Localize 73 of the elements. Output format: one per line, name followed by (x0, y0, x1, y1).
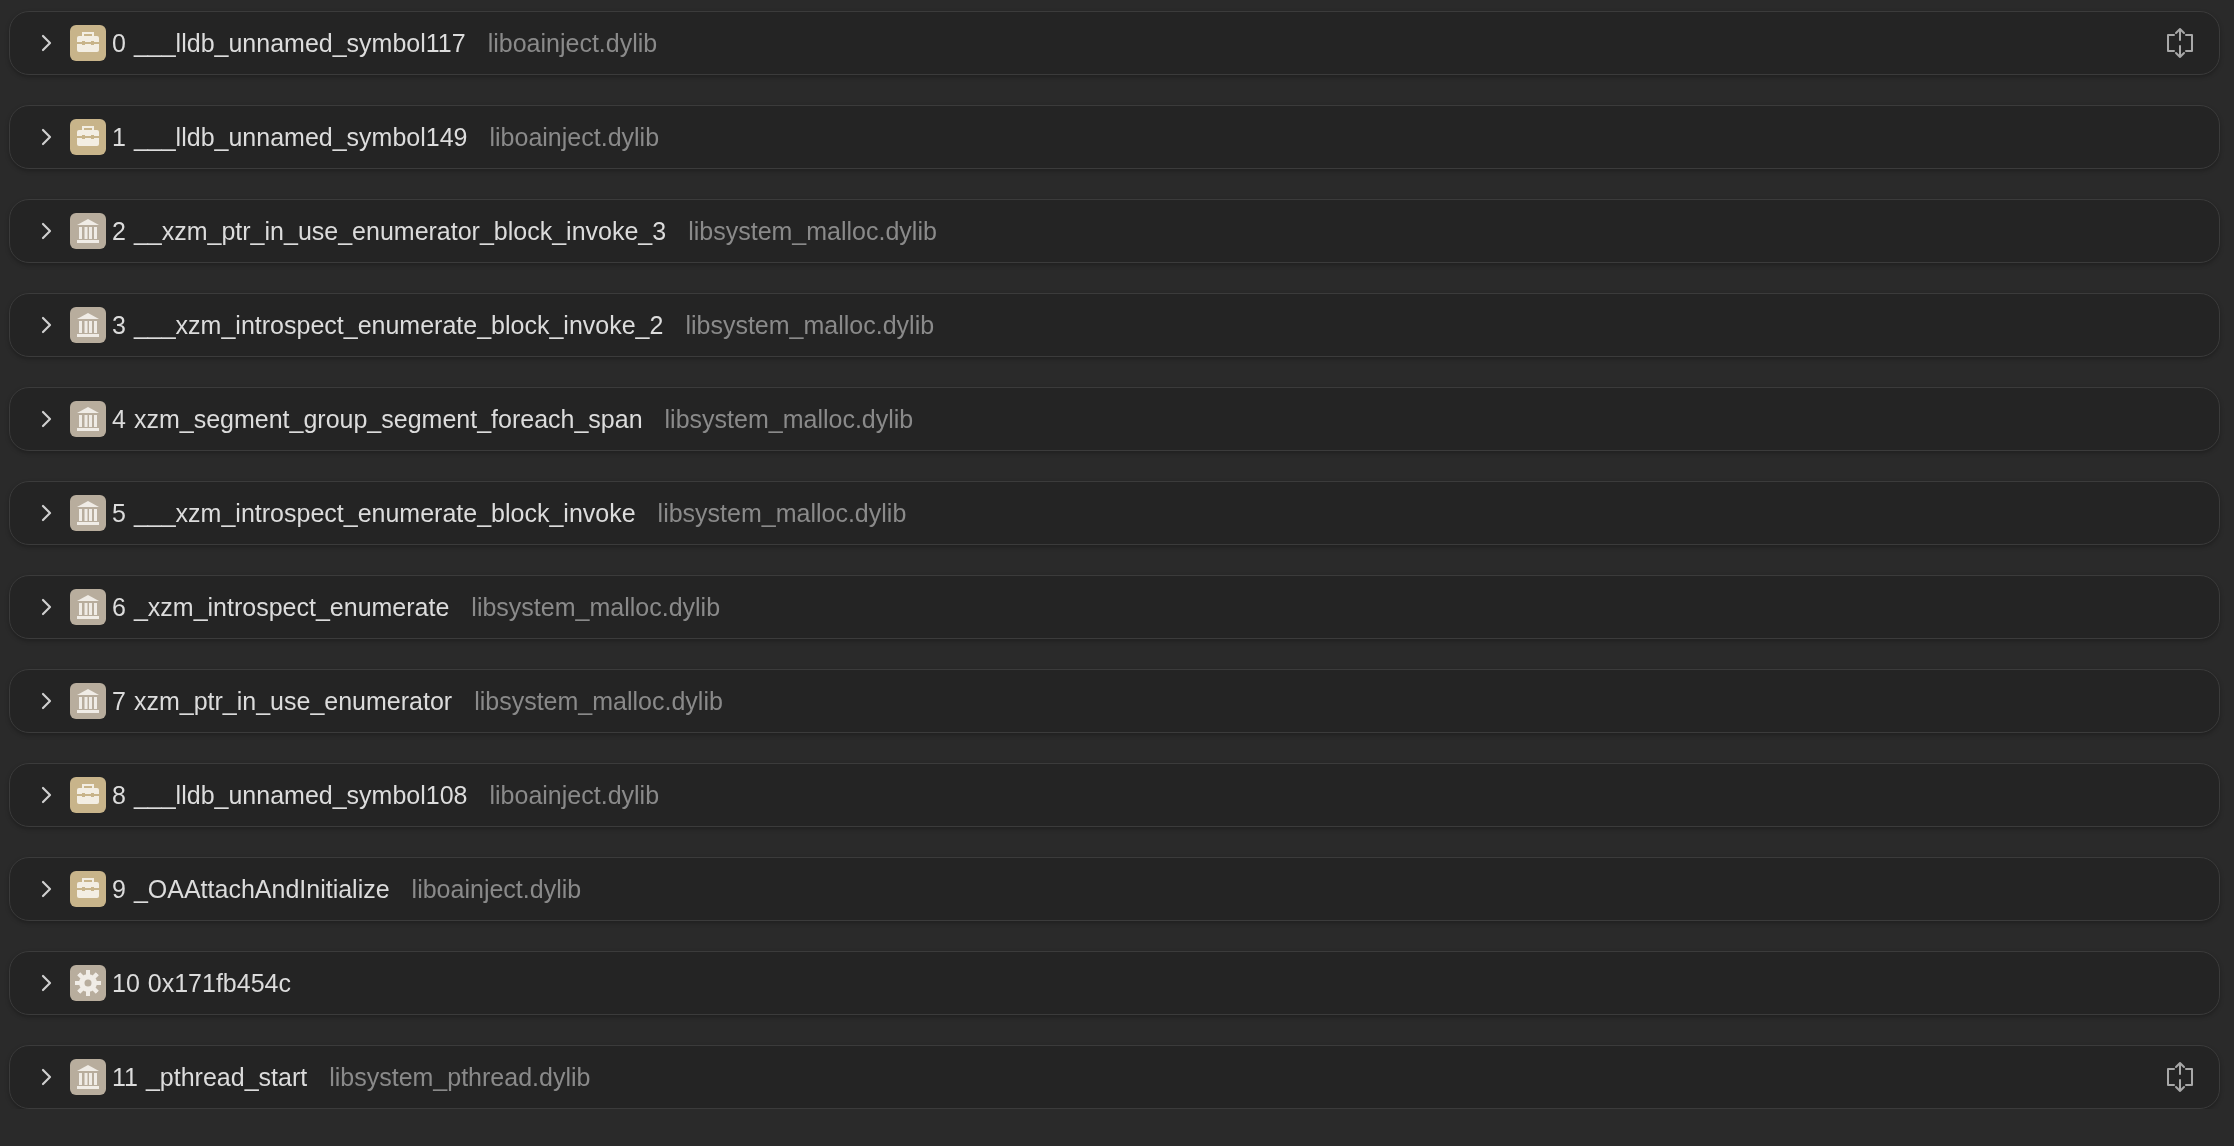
frame-number: 4 (112, 404, 126, 434)
toolbox-icon (70, 119, 106, 155)
library-name: libsystem_malloc.dylib (474, 686, 723, 716)
chevron-icon[interactable] (40, 128, 54, 146)
chevron-icon[interactable] (40, 504, 54, 522)
frame-number: 11 (112, 1062, 138, 1092)
toolbox-icon (70, 25, 106, 61)
expand-icon[interactable] (2165, 26, 2195, 60)
chevron-icon[interactable] (40, 222, 54, 240)
stack-frame-row[interactable]: 2 __xzm_ptr_in_use_enumerator_block_invoke_3 libsystem_malloc.dylib (9, 199, 2220, 263)
symbol-name: _pthread_start (145, 1062, 308, 1092)
library-name: liboainject.dylib (487, 28, 658, 58)
frame-number: 10 (112, 968, 140, 998)
library-name: liboainject.dylib (489, 780, 660, 810)
symbol-name: xzm_ptr_in_use_enumerator (133, 686, 453, 716)
stack-frame-row[interactable]: 5 ___xzm_introspect_enumerate_block_invoke libsystem_malloc.dylib (9, 481, 2220, 545)
symbol-name: _OAAttachAndInitialize (133, 874, 390, 904)
stack-frame-row[interactable]: 11 _pthread_start libsystem_pthread.dylib (9, 1045, 2220, 1109)
library-name: libsystem_malloc.dylib (657, 498, 907, 528)
library-name: liboainject.dylib (411, 874, 582, 904)
stack-frame-row[interactable]: 6 _xzm_introspect_enumerate libsystem_malloc.dylib (9, 575, 2220, 639)
stack-frame-row[interactable]: 3 ___xzm_introspect_enumerate_block_invoke_2 libsystem_malloc.dylib (9, 293, 2220, 357)
frame-number: 2 (112, 216, 126, 246)
stack-frame-row[interactable]: 0 ___lldb_unnamed_symbol117 liboainject.dylib (9, 11, 2220, 75)
library-name: libsystem_malloc.dylib (664, 404, 914, 434)
expand-icon[interactable] (2165, 1060, 2195, 1094)
frame-number: 0 (112, 28, 126, 58)
frame-number: 8 (112, 780, 126, 810)
symbol-name: ___lldb_unnamed_symbol108 (133, 780, 468, 810)
bank-icon (70, 495, 106, 531)
chevron-icon[interactable] (40, 786, 54, 804)
symbol-name: ___lldb_unnamed_symbol149 (133, 122, 468, 152)
chevron-icon[interactable] (40, 598, 54, 616)
chevron-icon[interactable] (40, 974, 54, 992)
bank-icon (70, 589, 106, 625)
symbol-name: ___lldb_unnamed_symbol117 (133, 28, 466, 58)
bank-icon (70, 683, 106, 719)
symbol-name: __xzm_ptr_in_use_enumerator_block_invoke_3 (133, 216, 667, 246)
chevron-icon[interactable] (40, 34, 54, 52)
chevron-icon[interactable] (40, 316, 54, 334)
library-name: libsystem_malloc.dylib (688, 216, 937, 246)
stack-frame-row[interactable]: 1 ___lldb_unnamed_symbol149 liboainject.dylib (9, 105, 2220, 169)
library-name: libsystem_malloc.dylib (471, 592, 721, 622)
bank-icon (70, 307, 106, 343)
toolbox-icon (70, 871, 106, 907)
bank-icon (70, 1059, 106, 1095)
library-name: liboainject.dylib (489, 122, 660, 152)
frame-number: 7 (112, 686, 126, 716)
stack-frame-row[interactable]: 7 xzm_ptr_in_use_enumerator libsystem_malloc.dylib (9, 669, 2220, 733)
symbol-name: ___xzm_introspect_enumerate_block_invoke_2 (133, 310, 664, 340)
chevron-icon[interactable] (40, 1068, 54, 1086)
library-name: libsystem_malloc.dylib (685, 310, 935, 340)
gear-icon (70, 965, 106, 1001)
chevron-icon[interactable] (40, 410, 54, 428)
symbol-name: ___xzm_introspect_enumerate_block_invoke (133, 498, 636, 528)
frame-number: 1 (112, 122, 126, 152)
library-name: libsystem_pthread.dylib (329, 1062, 591, 1092)
stack-frame-row[interactable]: 10 0x171fb454c (9, 951, 2220, 1015)
stack-frame-row[interactable]: 8 ___lldb_unnamed_symbol108 liboainject.dylib (9, 763, 2220, 827)
bank-icon (70, 401, 106, 437)
symbol-name: xzm_segment_group_segment_foreach_span (133, 404, 643, 434)
bank-icon (70, 213, 106, 249)
symbol-name: 0x171fb454c (147, 968, 291, 998)
toolbox-icon (70, 777, 106, 813)
frame-number: 6 (112, 592, 126, 622)
stack-frame-row[interactable]: 4 xzm_segment_group_segment_foreach_span libsystem_malloc.dylib (9, 387, 2220, 451)
frame-number: 3 (112, 310, 126, 340)
stack-frame-row[interactable]: 9 _OAAttachAndInitialize liboainject.dylib (9, 857, 2220, 921)
symbol-name: _xzm_introspect_enumerate (133, 592, 450, 622)
frame-number: 5 (112, 498, 126, 528)
chevron-icon[interactable] (40, 692, 54, 710)
chevron-icon[interactable] (40, 880, 54, 898)
frame-number: 9 (112, 874, 126, 904)
